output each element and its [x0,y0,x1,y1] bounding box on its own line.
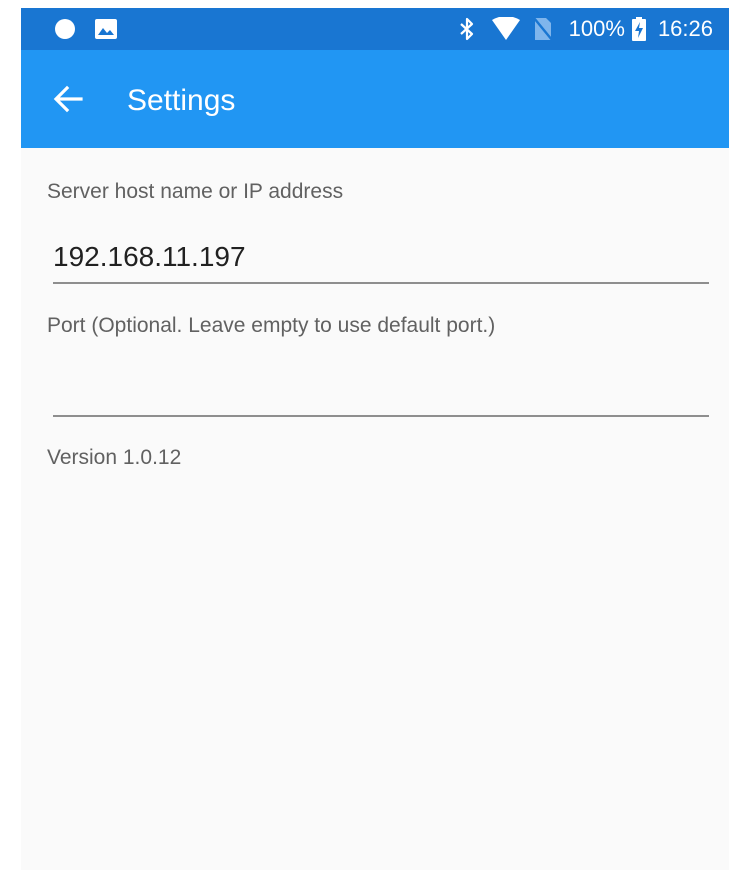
port-input[interactable] [53,365,709,417]
host-field-label: Server host name or IP address [47,180,344,203]
host-input[interactable] [53,232,709,284]
no-sim-icon [532,17,553,41]
back-button[interactable] [41,74,95,124]
status-bar-notifications [55,18,117,40]
status-bar: 100% 16:26 [21,8,729,50]
battery-charging-icon [631,17,646,41]
bluetooth-icon [459,17,475,41]
image-icon [95,19,117,39]
app-bar: Settings [21,50,729,148]
settings-screen: 100% 16:26 Settings Server host name or … [21,8,729,870]
port-field-label: Port (Optional. Leave empty to use defau… [47,314,496,337]
battery-percent: 100% [568,16,625,41]
page-title: Settings [127,84,236,117]
arrow-back-icon [53,85,83,113]
wifi-icon [491,16,521,41]
status-bar-indicators: 100% 16:26 [459,14,713,44]
notification-dot-icon [55,19,75,39]
version-text: Version 1.0.12 [47,446,182,469]
clock: 16:26 [657,16,713,41]
